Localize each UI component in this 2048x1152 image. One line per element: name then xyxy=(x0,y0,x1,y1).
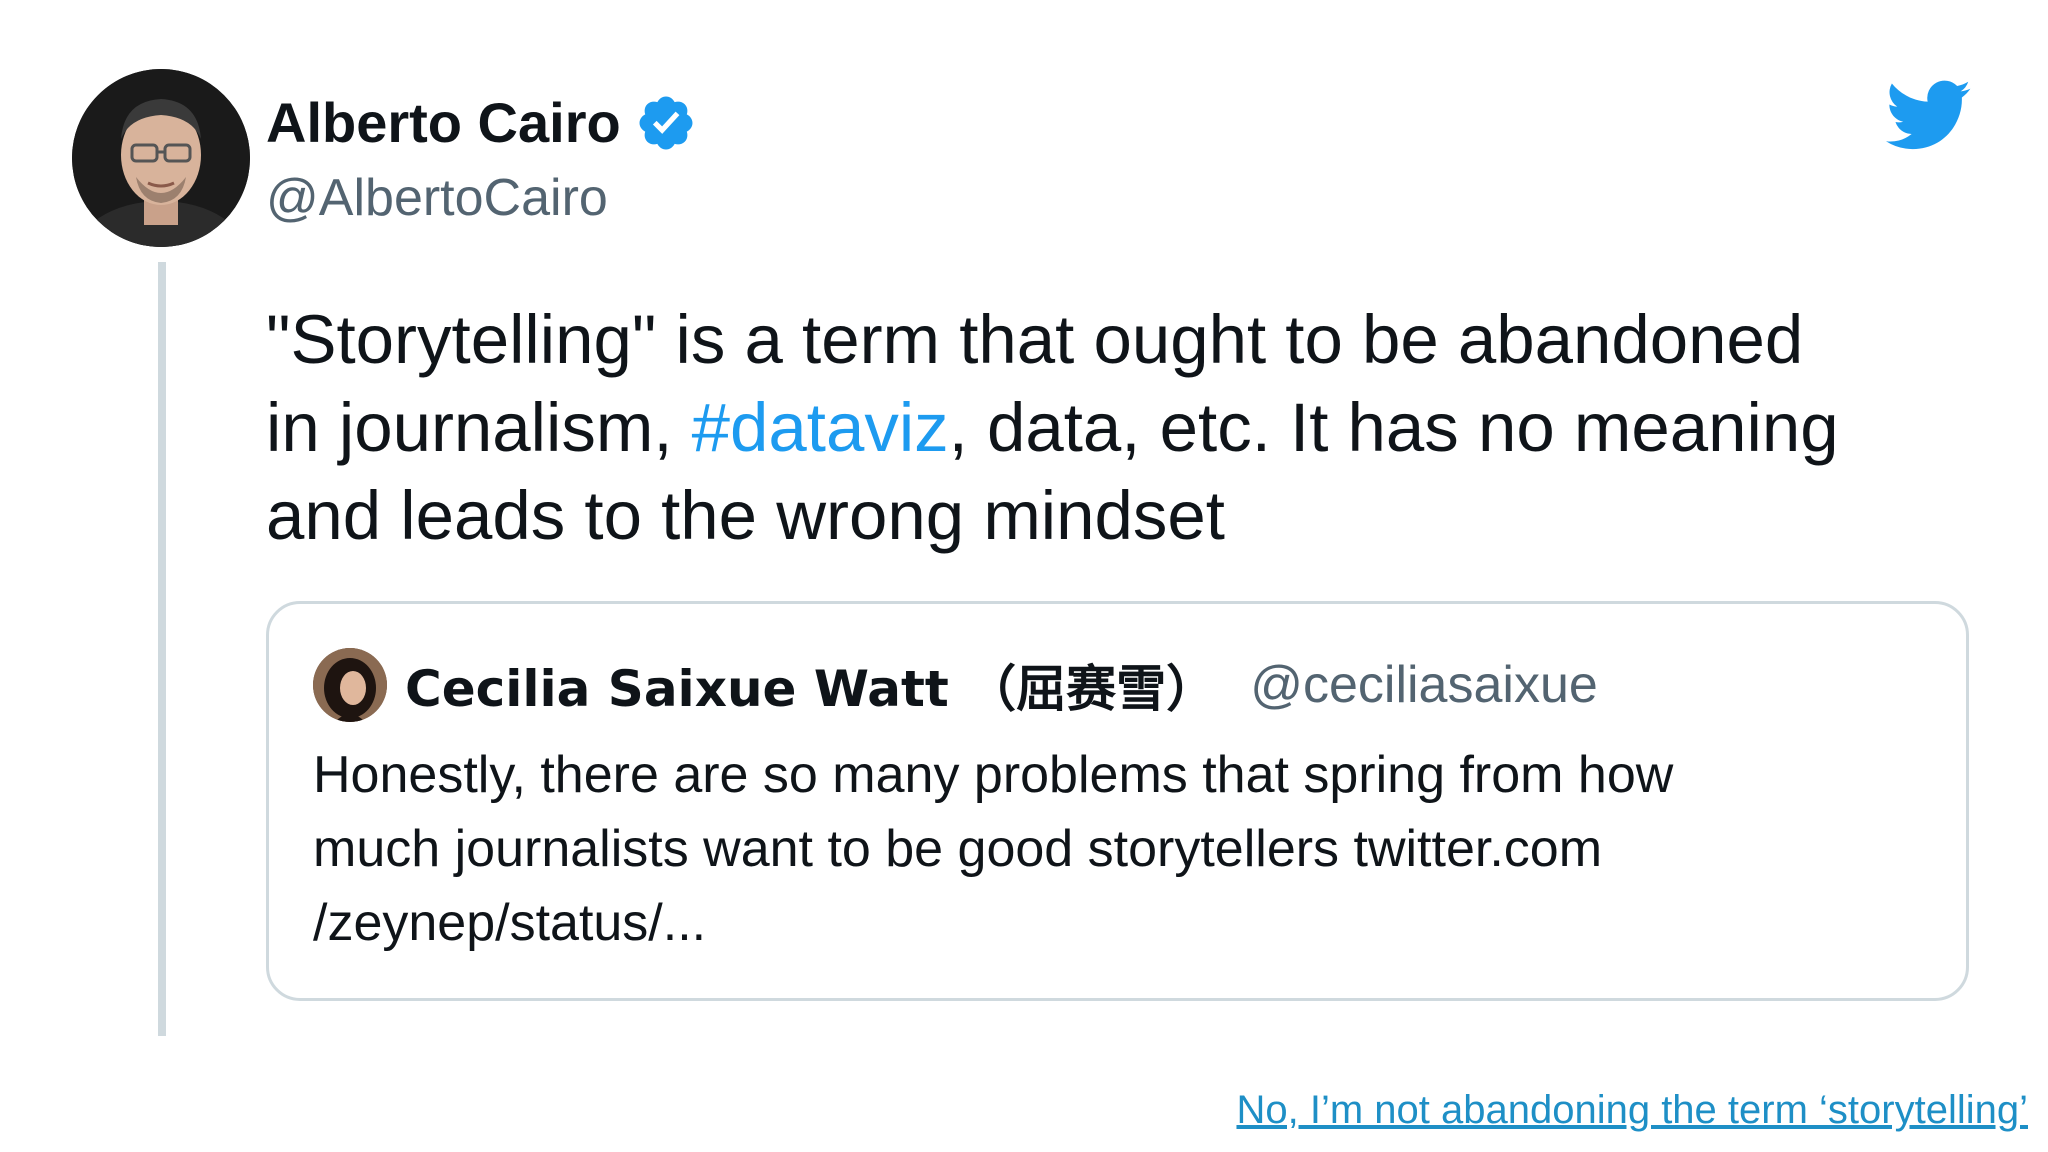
quoted-tweet-text: Honestly, there are so many problems tha… xyxy=(313,738,1933,960)
hashtag-link[interactable]: #dataviz xyxy=(692,389,949,466)
thread-line xyxy=(158,262,166,1036)
tweet-text-segment: , data, etc. It has no meaning xyxy=(948,389,1839,466)
portrait-avatar xyxy=(313,648,387,722)
quoted-text-line-3: /zeynep/status/... xyxy=(313,894,707,952)
tweet-text-line-2: in journalism, #dataviz, data, etc. It h… xyxy=(266,384,1986,472)
quoted-tweet-card[interactable]: Cecilia Saixue Watt （屈赛雪） @ceciliasaixue… xyxy=(266,601,1969,1001)
quoted-author-avatar[interactable] xyxy=(313,648,387,722)
tweet-text-line-1: "Storytelling" is a term that ought to b… xyxy=(266,301,1804,378)
quoted-author-handle[interactable]: @ceciliasaixue xyxy=(1250,655,1598,715)
portrait-avatar xyxy=(72,69,250,247)
quoted-author-name[interactable]: Cecilia Saixue Watt （屈赛雪） xyxy=(405,649,1216,721)
quoted-header: Cecilia Saixue Watt （屈赛雪） @ceciliasaixue xyxy=(405,648,1598,722)
tweet-text: "Storytelling" is a term that ought to b… xyxy=(266,296,1986,560)
author-avatar[interactable] xyxy=(72,69,250,247)
quoted-text-line-2: much journalists want to be good storyte… xyxy=(313,820,1603,878)
article-link[interactable]: No, I’m not abandoning the term ‘storyte… xyxy=(1236,1085,2028,1135)
twitter-bird-icon[interactable] xyxy=(1886,80,1972,152)
author-name[interactable]: Alberto Cairo xyxy=(266,88,621,158)
quoted-text-line-1: Honestly, there are so many problems tha… xyxy=(313,746,1674,804)
verified-badge-icon xyxy=(639,96,693,150)
author-handle[interactable]: @AlbertoCairo xyxy=(266,163,608,233)
author-name-row: Alberto Cairo xyxy=(266,88,697,158)
tweet-text-line-3: and leads to the wrong mindset xyxy=(266,477,1225,554)
tweet-text-segment: in journalism, xyxy=(266,389,692,466)
